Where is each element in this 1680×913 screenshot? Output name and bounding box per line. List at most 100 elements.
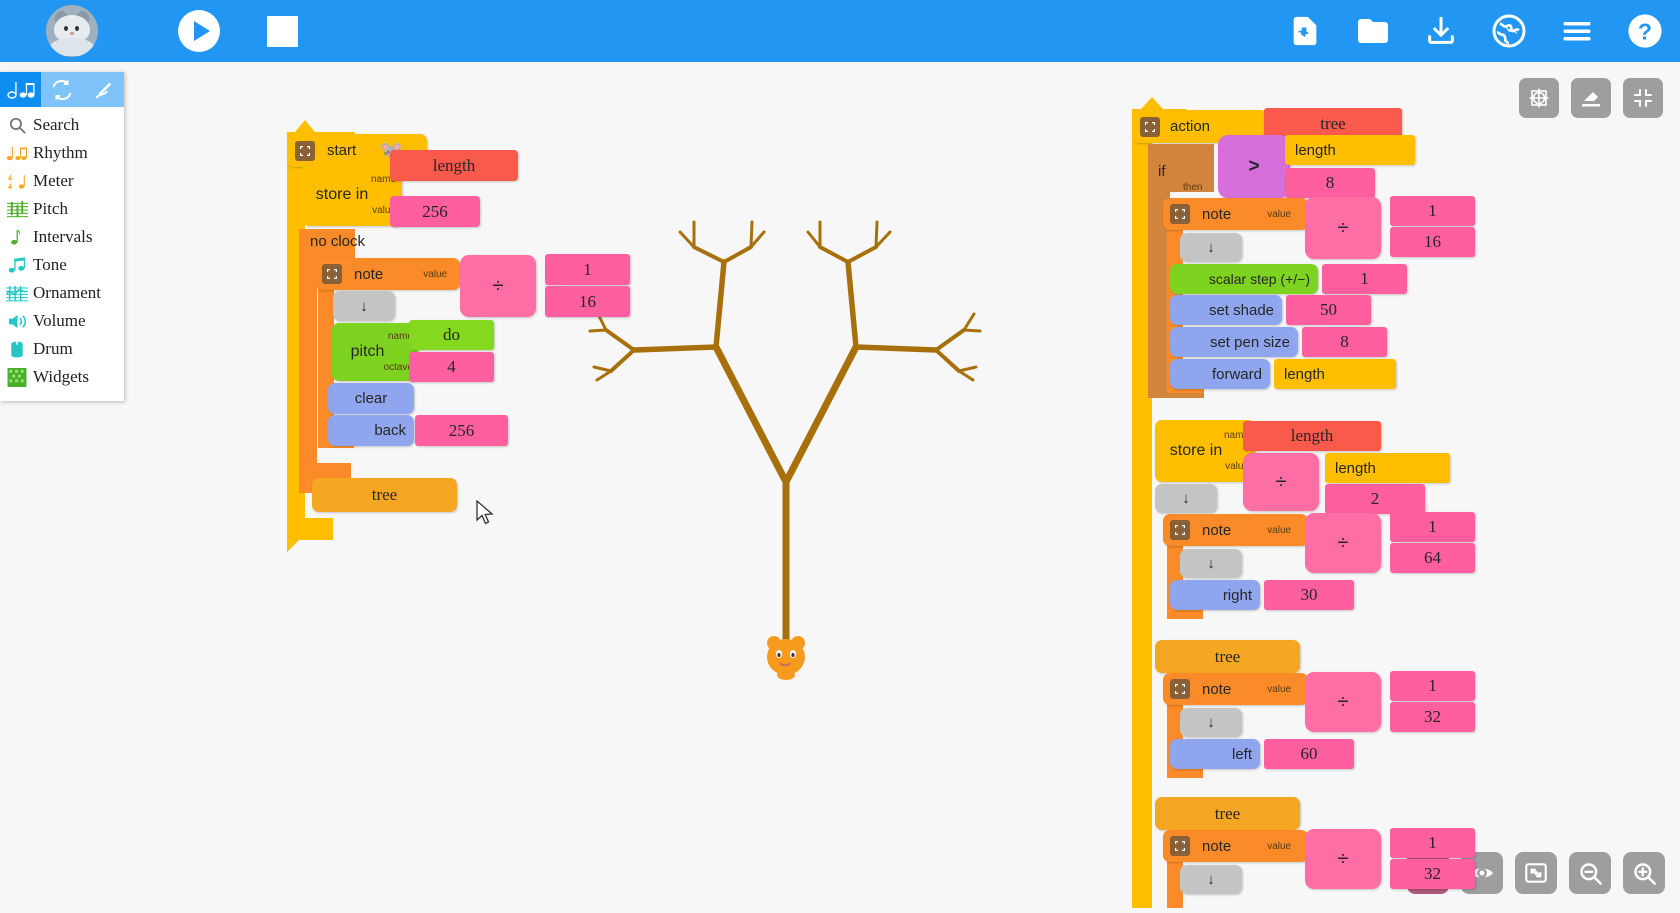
note-3-divide-block[interactable]: ÷ (1305, 672, 1381, 732)
divide-numerator[interactable]: 1 (545, 254, 630, 285)
back-value[interactable]: 256 (415, 415, 508, 446)
right-block-1[interactable]: right (1170, 580, 1260, 610)
note-collapse-icon[interactable] (322, 264, 342, 284)
play-button[interactable] (178, 10, 220, 52)
left-1-value[interactable]: 60 (1264, 739, 1354, 769)
grid-icon[interactable] (1519, 78, 1559, 118)
note-2-collapse-icon[interactable] (1170, 520, 1190, 540)
tab-pen[interactable] (82, 72, 123, 107)
no-clock-block[interactable]: no clock (310, 233, 365, 250)
right-1-value[interactable]: 30 (1264, 580, 1354, 610)
zoom-in-icon[interactable] (1623, 852, 1665, 894)
set-shade-block[interactable]: set shade (1170, 295, 1282, 325)
set-shade-value[interactable]: 50 (1286, 295, 1371, 325)
store-in-2-divide[interactable]: ÷ (1243, 453, 1319, 511)
ornament-icon (4, 282, 30, 304)
expand-icon[interactable] (1515, 852, 1557, 894)
mouse-logo[interactable] (46, 5, 98, 57)
rest-slot-3[interactable]: ↓ (1180, 549, 1242, 578)
palette-item-label: Volume (33, 311, 86, 331)
forward-block[interactable]: forward (1170, 359, 1270, 389)
note-1-collapse-icon[interactable] (1170, 204, 1190, 224)
palette-item-ornament[interactable]: Ornament (0, 279, 124, 307)
note-2-denominator[interactable]: 64 (1390, 543, 1475, 573)
tab-notes[interactable] (0, 72, 41, 107)
note-4-denominator[interactable]: 32 (1390, 859, 1475, 889)
save-download-icon[interactable] (1420, 10, 1462, 52)
rest-slot-2[interactable]: ↓ (1155, 484, 1217, 513)
left-block-1[interactable]: left (1170, 739, 1260, 769)
rest-slot-5[interactable]: ↓ (1180, 865, 1242, 894)
palette-item-widgets[interactable]: Widgets (0, 363, 124, 391)
store-value-number[interactable]: 256 (390, 196, 480, 227)
clear-block[interactable]: clear (328, 383, 414, 414)
note-2-divide-block[interactable]: ÷ (1305, 513, 1381, 573)
rest-slot-1[interactable]: ↓ (1180, 233, 1242, 262)
store-in-2-div-right[interactable]: 2 (1325, 484, 1425, 514)
compare-left-operand[interactable]: length (1285, 135, 1415, 165)
note-block-1[interactable]: note value (1163, 198, 1308, 230)
palette-item-rhythm[interactable]: Rhythm (0, 139, 124, 167)
scalar-step-value[interactable]: 1 (1322, 264, 1407, 294)
note-1-denominator[interactable]: 16 (1390, 227, 1475, 257)
palette-item-volume[interactable]: Volume (0, 307, 124, 335)
set-pen-size-value[interactable]: 8 (1302, 327, 1387, 357)
help-icon[interactable]: ? (1624, 10, 1666, 52)
set-pen-size-block[interactable]: set pen size (1170, 327, 1298, 357)
compare-right-operand[interactable]: 8 (1285, 168, 1375, 198)
palette-item-intervals[interactable]: Intervals (0, 223, 124, 251)
eraser-icon[interactable] (1571, 78, 1611, 118)
pitch-octave-value[interactable]: 4 (409, 352, 494, 382)
note-1-numerator[interactable]: 1 (1390, 196, 1475, 226)
note-4-numerator[interactable]: 1 (1390, 828, 1475, 858)
back-block[interactable]: back (328, 415, 414, 446)
store-in-block[interactable]: name store in value (302, 164, 402, 226)
open-project-icon[interactable] (1352, 10, 1394, 52)
collapse-toggle-icon[interactable] (295, 141, 315, 161)
store-in-block-2[interactable]: name store in value (1155, 420, 1255, 482)
if-block-label[interactable]: if (1158, 163, 1166, 180)
new-project-icon[interactable] (1284, 10, 1326, 52)
rest-slot-4[interactable]: ↓ (1180, 708, 1242, 737)
tree-call-block-1[interactable]: tree (1155, 640, 1300, 673)
stop-button[interactable] (267, 16, 298, 47)
note-3-numerator[interactable]: 1 (1390, 671, 1475, 701)
palette-item-search[interactable]: Search (0, 111, 124, 139)
note-1-divide-block[interactable]: ÷ (1305, 197, 1381, 259)
palette-item-drum[interactable]: Drum (0, 335, 124, 363)
greater-than-block[interactable]: > (1218, 135, 1290, 198)
pitch-name-value[interactable]: do (409, 320, 494, 350)
palette-item-meter[interactable]: 44Meter (0, 167, 124, 195)
note-block[interactable]: note value (315, 258, 460, 290)
action-collapse-icon[interactable] (1140, 117, 1160, 137)
note-4-collapse-icon[interactable] (1170, 836, 1190, 856)
rest-slot-block[interactable]: ↓ (333, 291, 395, 321)
pitch-block[interactable]: name pitch octave (332, 323, 418, 381)
intervals-icon (4, 226, 30, 248)
scalar-step-block[interactable]: scalar step (+/−) (1170, 264, 1318, 294)
divide-block[interactable]: ÷ (460, 255, 536, 317)
note-block-3[interactable]: note value (1163, 673, 1308, 705)
palette-item-tone[interactable]: Tone (0, 251, 124, 279)
forward-value[interactable]: length (1274, 359, 1396, 389)
divide-denominator[interactable]: 16 (545, 286, 630, 317)
store-in-2-name[interactable]: length (1243, 421, 1381, 451)
hamburger-menu-icon[interactable] (1556, 10, 1598, 52)
note-block-2[interactable]: note value (1163, 514, 1308, 546)
store-name-value[interactable]: length (390, 150, 518, 181)
language-globe-icon[interactable] (1488, 10, 1530, 52)
store-in-2-div-left[interactable]: length (1325, 453, 1450, 483)
palette-item-pitch[interactable]: Pitch (0, 195, 124, 223)
tree-call-block-2[interactable]: tree (1155, 797, 1300, 830)
tab-refresh[interactable] (41, 72, 82, 107)
note-3-collapse-icon[interactable] (1170, 679, 1190, 699)
zoom-out-icon[interactable] (1569, 852, 1611, 894)
store-name-text: length (433, 156, 476, 176)
tree-action-call-block[interactable]: tree (312, 478, 457, 512)
down-arrow-icon: ↓ (1182, 490, 1190, 507)
note-4-divide-block[interactable]: ÷ (1305, 829, 1381, 889)
note-block-4[interactable]: note value (1163, 830, 1308, 862)
collapse-icon[interactable] (1623, 78, 1663, 118)
note-3-denominator[interactable]: 32 (1390, 702, 1475, 732)
note-2-numerator[interactable]: 1 (1390, 512, 1475, 542)
